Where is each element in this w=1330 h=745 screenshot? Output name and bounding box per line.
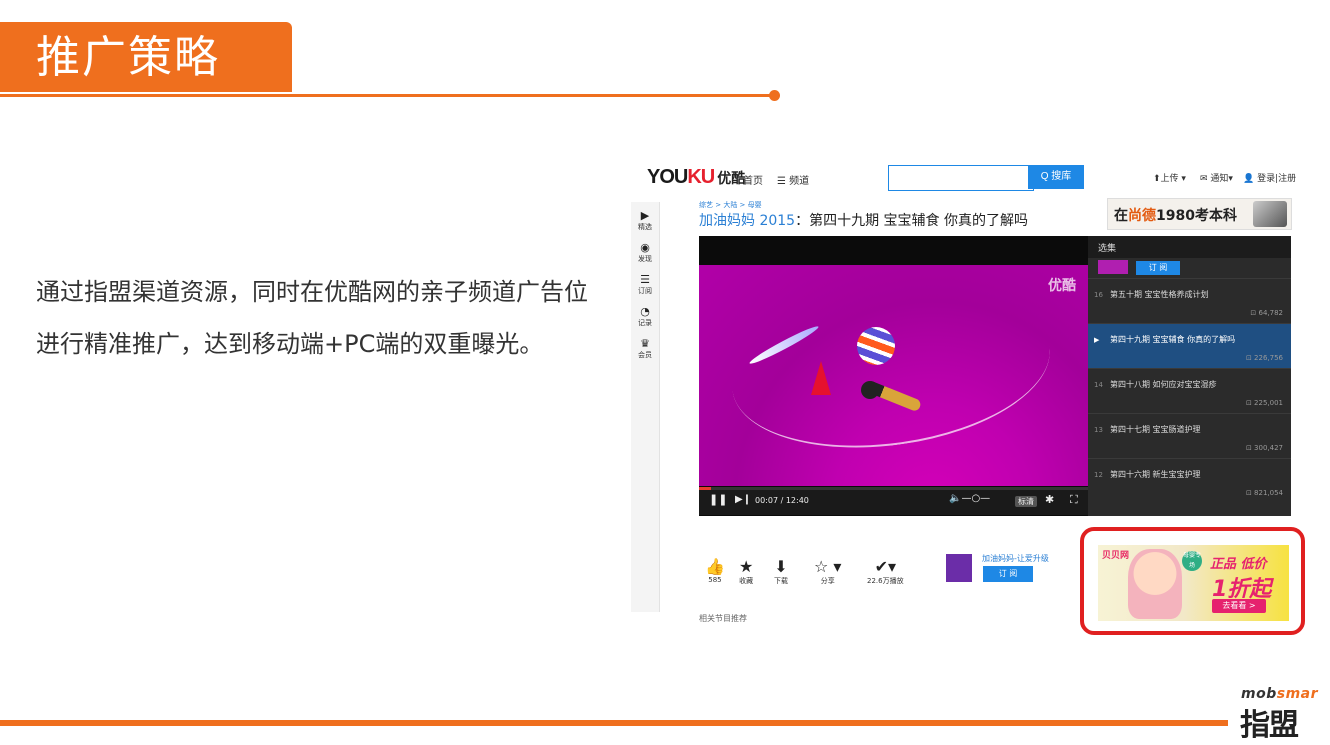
clock-icon: ◔ [640, 305, 650, 318]
upload-menu[interactable]: ⬆上传 ▾ [1153, 171, 1186, 184]
uploader-subscribe-button[interactable]: 订 阅 [983, 566, 1033, 582]
check-icon: ✔▾ [874, 557, 897, 576]
ad-brand: 贝贝网 [1102, 551, 1130, 561]
ad-cta-button[interactable]: 去看看 > [1212, 599, 1266, 613]
download-button[interactable]: ⬇ 下载 [774, 558, 788, 586]
playlist-item[interactable]: 16 第五十期 宝宝性格养成计划 ⊡ 64,782 [1088, 278, 1291, 323]
playlist-subscribe-button[interactable]: 订 阅 [1136, 261, 1180, 275]
uploader-name[interactable]: 加油妈妈-让爱升级 [982, 553, 1049, 564]
thumbs-up-icon: 👍 [705, 557, 725, 576]
left-sidebar: ▶ 精选 ◉ 发现 ☰ 订阅 ◔ 记录 ♛ 会员 [631, 202, 660, 612]
sidebar-item-subscribe[interactable]: ☰ 订阅 [631, 274, 659, 296]
share-button[interactable]: ☆ ▾ 分享 [814, 558, 841, 586]
pause-icon[interactable]: ❚❚ [709, 493, 727, 506]
play-circle-icon: ▶ [640, 209, 650, 222]
beibei-ad[interactable]: 贝贝网 母婴专场 正品 低价 1折起 去看看 > [1098, 545, 1289, 621]
play-count: ✔▾ 22.6万播放 [867, 557, 904, 586]
sidebar-item-history[interactable]: ◔ 记录 [631, 306, 659, 328]
footer-line [0, 720, 1228, 726]
breadcrumb[interactable]: 综艺 > 大陆 > 母婴 [699, 200, 762, 210]
search-button[interactable]: Q 搜库 [1028, 165, 1084, 189]
time-display: 00:07 / 12:40 [755, 496, 809, 505]
striped-ball [857, 327, 895, 365]
login-register-link[interactable]: 👤 登录|注册 [1243, 171, 1296, 184]
star-icon: ★ [739, 557, 754, 576]
playlist-item-active[interactable]: ▶ 第四十九期 宝宝辅食 你真的了解吗 ⊡ 226,756 [1088, 323, 1291, 368]
episode-playlist: 选集 订 阅 16 第五十期 宝宝性格养成计划 ⊡ 64,782 ▶ 第四十九期 宝宝… [1088, 236, 1291, 516]
ad-headline: 正品 低价 [1210, 557, 1267, 572]
top-ad-banner[interactable]: 在尚德1980考本科 [1107, 198, 1292, 230]
player-controls: ❚❚ ▶❙ 00:07 / 12:40 🔈—○— 标清 ✱ ⛶ [699, 487, 1091, 515]
title-underline-dot [769, 90, 780, 101]
playlist-show-thumb [1098, 260, 1128, 274]
playlist-item[interactable]: 13 第四十七期 宝宝肠道护理 ⊡ 300,427 [1088, 413, 1291, 458]
video-player[interactable]: 优酷 ❚❚ ▶❙ 00:07 / 12:40 🔈—○— 标清 ✱ ⛶ 选集 订 … [699, 236, 1291, 516]
video-frame[interactable]: 优酷 [699, 265, 1088, 486]
settings-gear-icon[interactable]: ✱ [1045, 493, 1054, 506]
title-underline [0, 94, 774, 97]
playlist-item[interactable]: 12 第四十六期 新生宝宝护理 ⊡ 821,054 [1088, 458, 1291, 503]
progress-bar[interactable] [699, 487, 1091, 490]
uploader-avatar[interactable] [946, 554, 972, 582]
playlist-tab[interactable]: 选集 [1088, 236, 1291, 258]
share-icon: ☆ ▾ [814, 557, 842, 576]
like-button[interactable]: 👍 585 [705, 557, 725, 585]
crown-icon: ♛ [640, 337, 650, 350]
notify-menu[interactable]: ✉ 通知▾ [1200, 171, 1233, 184]
zhimeng-logo: 指盟 [1240, 708, 1299, 743]
playlist-item[interactable]: 14 第四十八期 如何应对宝宝湿疹 ⊡ 225,001 [1088, 368, 1291, 413]
video-title: 加油妈妈 2015：第四十九期 宝宝辅食 你真的了解吗 [699, 213, 1028, 229]
sidebar-item-discover[interactable]: ◉ 发现 [631, 242, 659, 264]
body-paragraph: 通过指盟渠道资源，同时在优酷网的亲子频道广告位进行精准推广，达到移动端+PC端的… [36, 278, 588, 358]
eye-icon: ◉ [640, 241, 650, 254]
baby-image [1128, 549, 1182, 619]
quality-button[interactable]: 标清 [1015, 496, 1037, 507]
youku-logo[interactable]: YOUKU 优酷 [647, 166, 745, 189]
volume-icon[interactable]: 🔈—○— [949, 493, 990, 504]
sidebar-item-featured[interactable]: ▶ 精选 [631, 210, 659, 232]
ad-badge: 母婴专场 [1182, 551, 1202, 571]
rss-icon: ☰ [640, 273, 650, 286]
favorite-button[interactable]: ★ 收藏 [739, 558, 753, 586]
nav-channel[interactable]: ☰ 频道 [777, 172, 809, 187]
search-input[interactable] [888, 165, 1034, 191]
sidebar-item-vip[interactable]: ♛ 会员 [631, 338, 659, 360]
video-watermark: 优酷 [1048, 278, 1076, 294]
download-icon: ⬇ [774, 557, 788, 576]
nav-home[interactable]: 首页 [743, 172, 763, 187]
slide-title: 推广策略 [36, 32, 220, 83]
related-section-label: 相关节目推荐 [699, 614, 747, 623]
series-link[interactable]: 加油妈妈 2015 [699, 213, 795, 229]
ad-person-image [1253, 201, 1287, 227]
fullscreen-icon[interactable]: ⛶ [1070, 493, 1078, 507]
next-icon[interactable]: ▶❙ [735, 494, 751, 505]
